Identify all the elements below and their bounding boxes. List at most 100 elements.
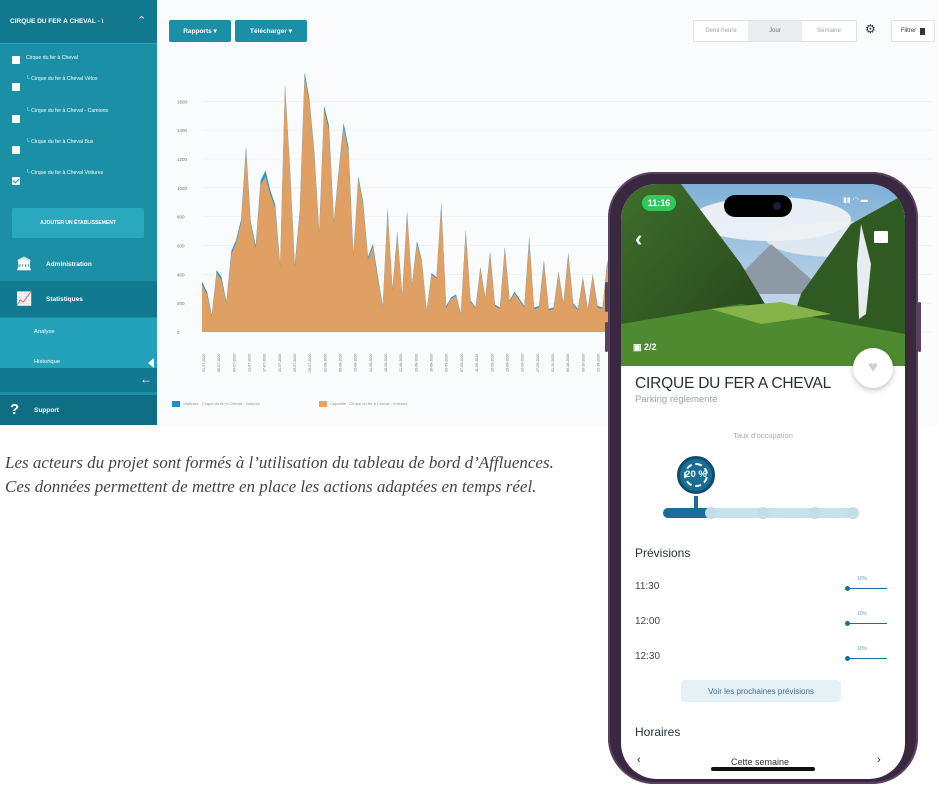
filter-label: Filtrer [900,28,917,34]
page: CIRQUE DU FER À CHEVAL - \ ⌃ Cirque du f… [0,0,937,785]
telecharger-button[interactable]: Télécharger ▾ [235,20,307,42]
x-tick-label: 26-08-2020 [414,354,418,372]
checkbox[interactable] [12,146,20,154]
next-forecasts-button[interactable]: Voir les prochaines prévisions [681,680,841,702]
back-arrow-icon[interactable]: ‹ [635,226,642,252]
share-icon[interactable] [874,231,888,243]
rapports-button[interactable]: Rapports ▾ [169,20,231,42]
add-establishment-button[interactable]: AJOUTER UN ÉTABLISSEMENT [12,208,144,238]
gauge-pointer [694,496,698,508]
occupancy-track [663,507,859,519]
volume-up-button [605,282,608,312]
collapse-bar[interactable]: ← [0,368,157,392]
x-tick-label: 02-08-2020 [323,354,327,372]
checkbox-checked[interactable] [12,177,20,185]
nav-administration[interactable]: 🏛 Administration [0,246,157,282]
x-axis: 01-07-2020 05-07-2020 09-07-2020 13-07-2020… [202,354,631,372]
forecast-line [847,658,887,659]
checkbox[interactable] [12,56,20,64]
chevron-left-icon[interactable]: ‹ [637,754,641,766]
period-demi-heure[interactable]: Demi-heure [694,21,748,41]
nav-support[interactable]: ? Support [0,395,157,425]
x-tick-label: 13-10-2020 [597,354,601,372]
checkbox[interactable] [12,83,20,91]
active-indicator [148,358,154,368]
y-tick-label: 800 [177,215,185,220]
photo-counter: ▣ 2/2 [633,342,657,352]
status-time: 11:16 [642,195,676,211]
bank-icon: 🏛 [16,256,33,271]
camera-icon [773,202,781,210]
place-photo[interactable]: 11:16 ▮▮ ◠ ▬ ‹ ▣ 2/2 [621,184,905,366]
nav-analyse[interactable]: Analyse [0,318,157,346]
question-icon: ? [10,401,20,418]
nav-statistiques[interactable]: 📈 Statistiques [0,281,157,317]
y-tick-label: 1000 [177,186,188,191]
filter-icon [920,27,926,35]
favorite-heart-button[interactable]: ♥ [853,348,893,388]
x-tick-label: 15-09-2020 [490,354,494,372]
photo-count-label: 2/2 [644,342,657,352]
place-subtitle: Parking réglementé [635,394,718,405]
track-step [705,507,717,519]
chart-areas [202,72,622,333]
forecast-pct: 10% [857,646,868,652]
legend-swatch-visitors [172,401,180,407]
x-tick-label: 07-09-2020 [460,354,464,372]
volume-down-button [605,322,608,352]
forecast-time: 12:00 [635,616,661,627]
forecast-time: 11:30 [635,581,660,592]
x-tick-label: 13-07-2020 [248,354,252,372]
forecast-pct: 10% [857,611,868,617]
period-jour[interactable]: Jour [748,21,802,41]
y-tick-label: 600 [177,243,185,248]
forecast-row: 12:30 10% [635,646,891,671]
forecast-row: 12:00 10% [635,611,891,636]
phone-mockup: 11:16 ▮▮ ◠ ▬ ‹ ▣ 2/2 ♥ CIRQUE DU FER A C… [605,172,921,784]
checkbox[interactable] [12,115,20,123]
y-axis: 0 200 400 600 800 1000 1200 1400 1600 [177,99,188,335]
x-tick-label: 11-09-2020 [475,354,479,372]
legend-label-capacity[interactable]: Capacité - Cirque du fer à Cheval - Voit… [330,401,407,406]
x-tick-label: 21-07-2020 [278,354,282,372]
period-semaine[interactable]: Semaine [802,21,856,41]
forecast-dot [845,621,850,626]
x-tick-label: 29-07-2020 [308,354,312,372]
caption: Les acteurs du projet sont formés à l’ut… [5,453,554,496]
power-button [918,302,921,352]
x-tick-label: 19-09-2020 [505,354,509,372]
x-tick-label: 09-07-2020 [232,354,236,372]
x-tick-label: 05-07-2020 [217,354,221,372]
track-step [809,507,821,519]
legend-label-visitors[interactable]: Visiteurs - Cirque du fer à Cheval - Voi… [183,401,260,406]
forecast-pct: 10% [857,576,868,582]
forecast-dot [845,586,850,591]
y-tick-label: 1200 [177,157,188,162]
gear-icon[interactable]: ⚙ [865,22,876,36]
nav-label: Support [34,407,59,414]
nav-label: Analyse [34,329,55,335]
nav-label: Statistiques [46,296,83,303]
signal-wifi-battery-icon: ▮▮ ◠ ▬ [843,197,868,204]
chevron-right-icon[interactable]: › [877,754,881,766]
establishment-title: CIRQUE DU FER À CHEVAL - \ [10,18,104,25]
x-tick-label: 01-10-2020 [551,354,555,372]
y-tick-label: 400 [177,272,185,277]
occupancy-value: 20 % [685,469,707,480]
establishment-selector[interactable]: CIRQUE DU FER À CHEVAL - \ ⌃ [0,0,157,44]
nav-historique[interactable]: Historique [0,346,157,368]
hours-title: Horaires [635,725,681,739]
filter-button[interactable]: Filtrer [891,20,935,42]
sidebar: CIRQUE DU FER À CHEVAL - \ ⌃ Cirque du f… [0,0,157,425]
y-tick-label: 200 [177,301,185,306]
track-step [757,507,769,519]
nav-label: Administration [46,261,92,268]
sidebar-item-label: └ Cirque du fer à Cheval Bus [26,139,94,145]
arrow-left-icon[interactable]: ← [140,372,152,386]
x-tick-label: 27-09-2020 [536,354,540,372]
x-tick-label: 22-08-2020 [399,354,403,372]
chevron-up-icon[interactable]: ⌃ [137,14,146,27]
x-tick-label: 17-07-2020 [263,354,267,372]
y-tick-label: 1600 [177,99,188,104]
x-tick-label: 10-08-2020 [354,354,358,372]
